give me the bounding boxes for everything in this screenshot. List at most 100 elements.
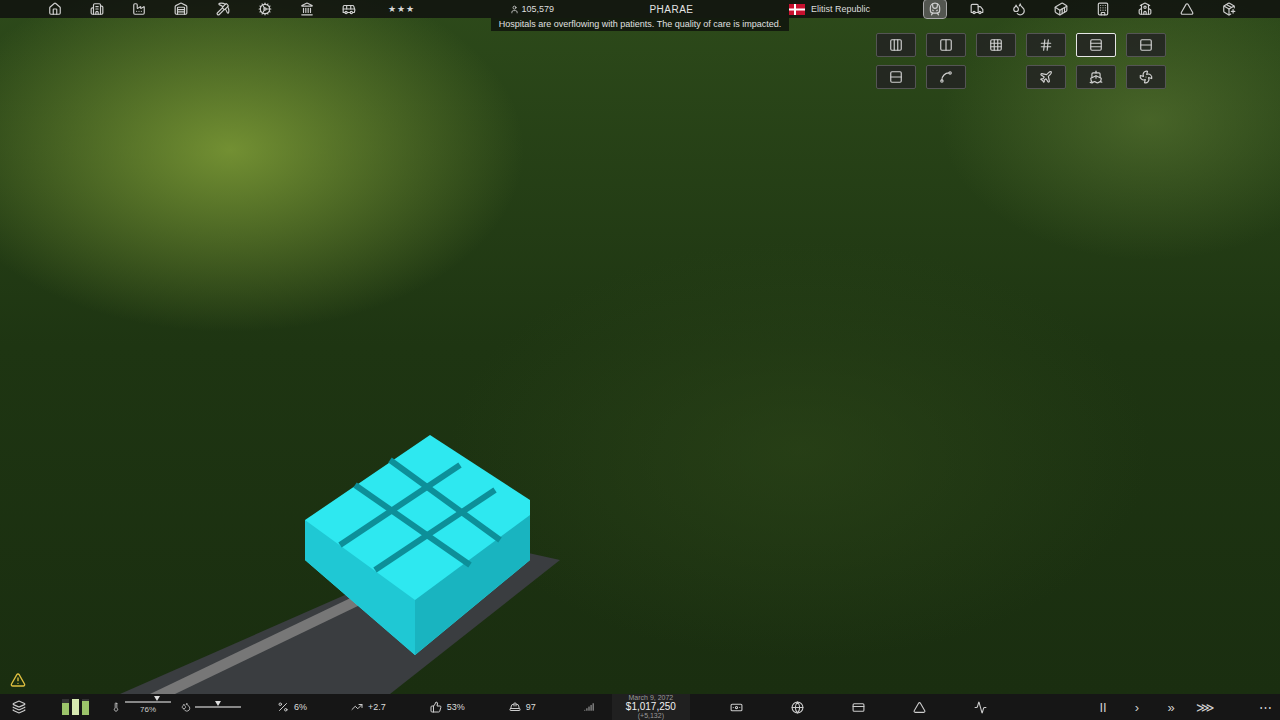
layers-icon (12, 700, 26, 714)
toolbar-button[interactable] (296, 0, 318, 18)
globe-icon (791, 701, 804, 714)
curve-icon (939, 70, 953, 84)
speed-button[interactable]: II (1089, 700, 1117, 715)
city-info: ★★★105,579PHARAEElitist Republic (360, 0, 920, 18)
balance-change: (+5,132) (638, 712, 664, 719)
toolbar-button[interactable] (338, 0, 360, 18)
workers-icon (509, 701, 521, 713)
triangle-icon (913, 701, 926, 714)
build-button[interactable] (976, 33, 1016, 57)
bridge-icon (1089, 38, 1103, 52)
warning-triangle-icon (10, 672, 26, 688)
toolbar-button[interactable] (254, 0, 276, 18)
education-icon (1138, 2, 1152, 16)
meter-fill (72, 699, 79, 715)
toolbar-button[interactable] (1008, 0, 1030, 18)
stat-value: 53% (447, 702, 465, 712)
build-button[interactable] (1026, 65, 1066, 89)
game-screen: ★★★105,579PHARAEElitist RepublicHospital… (0, 0, 1280, 720)
water-slider[interactable] (195, 706, 241, 708)
transport-icon (342, 2, 356, 16)
mining-icon (216, 2, 230, 16)
signal-icon (1039, 38, 1053, 52)
game-view[interactable]: ★★★105,579PHARAEElitist RepublicHospital… (0, 0, 1280, 694)
stat-value: 6% (294, 702, 307, 712)
build-button[interactable] (1076, 65, 1116, 89)
stat[interactable]: +2.7 (351, 701, 386, 713)
commercial-icon (90, 2, 104, 16)
toolbar-button[interactable] (1050, 0, 1072, 18)
stat[interactable]: 97 (509, 701, 536, 713)
offices-icon (1096, 2, 1110, 16)
residential-icon (48, 2, 62, 16)
terrain-icon (1180, 2, 1194, 16)
panel-button[interactable] (852, 701, 865, 714)
build-button[interactable] (876, 33, 916, 57)
temperature-reading: 76% (140, 705, 156, 714)
industry-icon (132, 2, 146, 16)
layers-button[interactable] (12, 700, 26, 714)
toolbar-button[interactable] (44, 0, 66, 18)
toolbar-button[interactable] (966, 0, 988, 18)
toolbar-button[interactable] (1218, 0, 1240, 18)
toolbar-button[interactable] (1134, 0, 1156, 18)
panel-button[interactable] (974, 701, 987, 714)
approval-icon (430, 701, 442, 713)
panel-button[interactable] (791, 701, 804, 714)
slider-track (125, 701, 171, 703)
building-ghost (305, 435, 530, 655)
date-money[interactable]: March 9, 2072$1,017,250(+5,132) (612, 693, 690, 720)
build-button[interactable] (926, 33, 966, 57)
speed-button[interactable]: › (1123, 700, 1151, 715)
panel-button[interactable] (730, 701, 743, 714)
cargo-icon (1054, 2, 1068, 16)
chart-icon (974, 701, 987, 714)
build-button[interactable] (1126, 33, 1166, 57)
build-button[interactable] (1076, 33, 1116, 57)
date: March 9, 2072 (628, 694, 673, 701)
vehicles-icon (970, 2, 984, 16)
panel-button[interactable] (913, 701, 926, 714)
speed-button[interactable]: ⋙ (1191, 700, 1219, 715)
toolbar-button[interactable] (1092, 0, 1114, 18)
toolbar-button[interactable] (212, 0, 234, 18)
warning-icon[interactable] (10, 672, 26, 688)
stat[interactable]: 6% (277, 701, 307, 713)
temperature-slider[interactable]: 76% (125, 701, 171, 714)
speed-controls: II › » ⋙ (1089, 700, 1219, 715)
toolbar-button[interactable] (170, 0, 192, 18)
toolbar-button[interactable] (924, 0, 946, 18)
add-icon (1222, 2, 1236, 16)
temperature[interactable]: 76% (111, 701, 171, 714)
more-button[interactable]: ⋯ (1259, 700, 1272, 715)
depot-icon (989, 38, 1003, 52)
speed-button[interactable]: » (1157, 700, 1185, 715)
rail-icon (928, 2, 942, 16)
stat[interactable]: 53% (430, 701, 465, 713)
build-button[interactable] (926, 65, 966, 89)
build-button[interactable] (1026, 33, 1066, 57)
airport-icon (1039, 70, 1053, 84)
signal-icon (584, 702, 594, 712)
meters (62, 699, 89, 715)
build-button[interactable] (1126, 65, 1166, 89)
build-button[interactable] (876, 65, 916, 89)
thermometer-icon (111, 702, 121, 712)
water[interactable] (181, 702, 241, 712)
city-name: PHARAE (649, 4, 693, 15)
government[interactable]: Elitist Republic (789, 4, 870, 15)
left-toolbar (0, 0, 360, 18)
meter-fill (82, 701, 89, 715)
meter-fill (62, 703, 69, 715)
slider-marker[interactable] (215, 701, 221, 706)
toolbar-button[interactable] (1176, 0, 1198, 18)
toolbar-button[interactable] (86, 0, 108, 18)
city-rating: ★★★ (388, 4, 415, 14)
notification[interactable]: Hospitals are overflowing with patients.… (491, 18, 789, 31)
station-icon (889, 38, 903, 52)
growth-icon (351, 701, 363, 713)
meter (62, 699, 69, 715)
track-icon (889, 70, 903, 84)
toolbar-button[interactable] (128, 0, 150, 18)
slider-marker[interactable] (154, 696, 160, 701)
